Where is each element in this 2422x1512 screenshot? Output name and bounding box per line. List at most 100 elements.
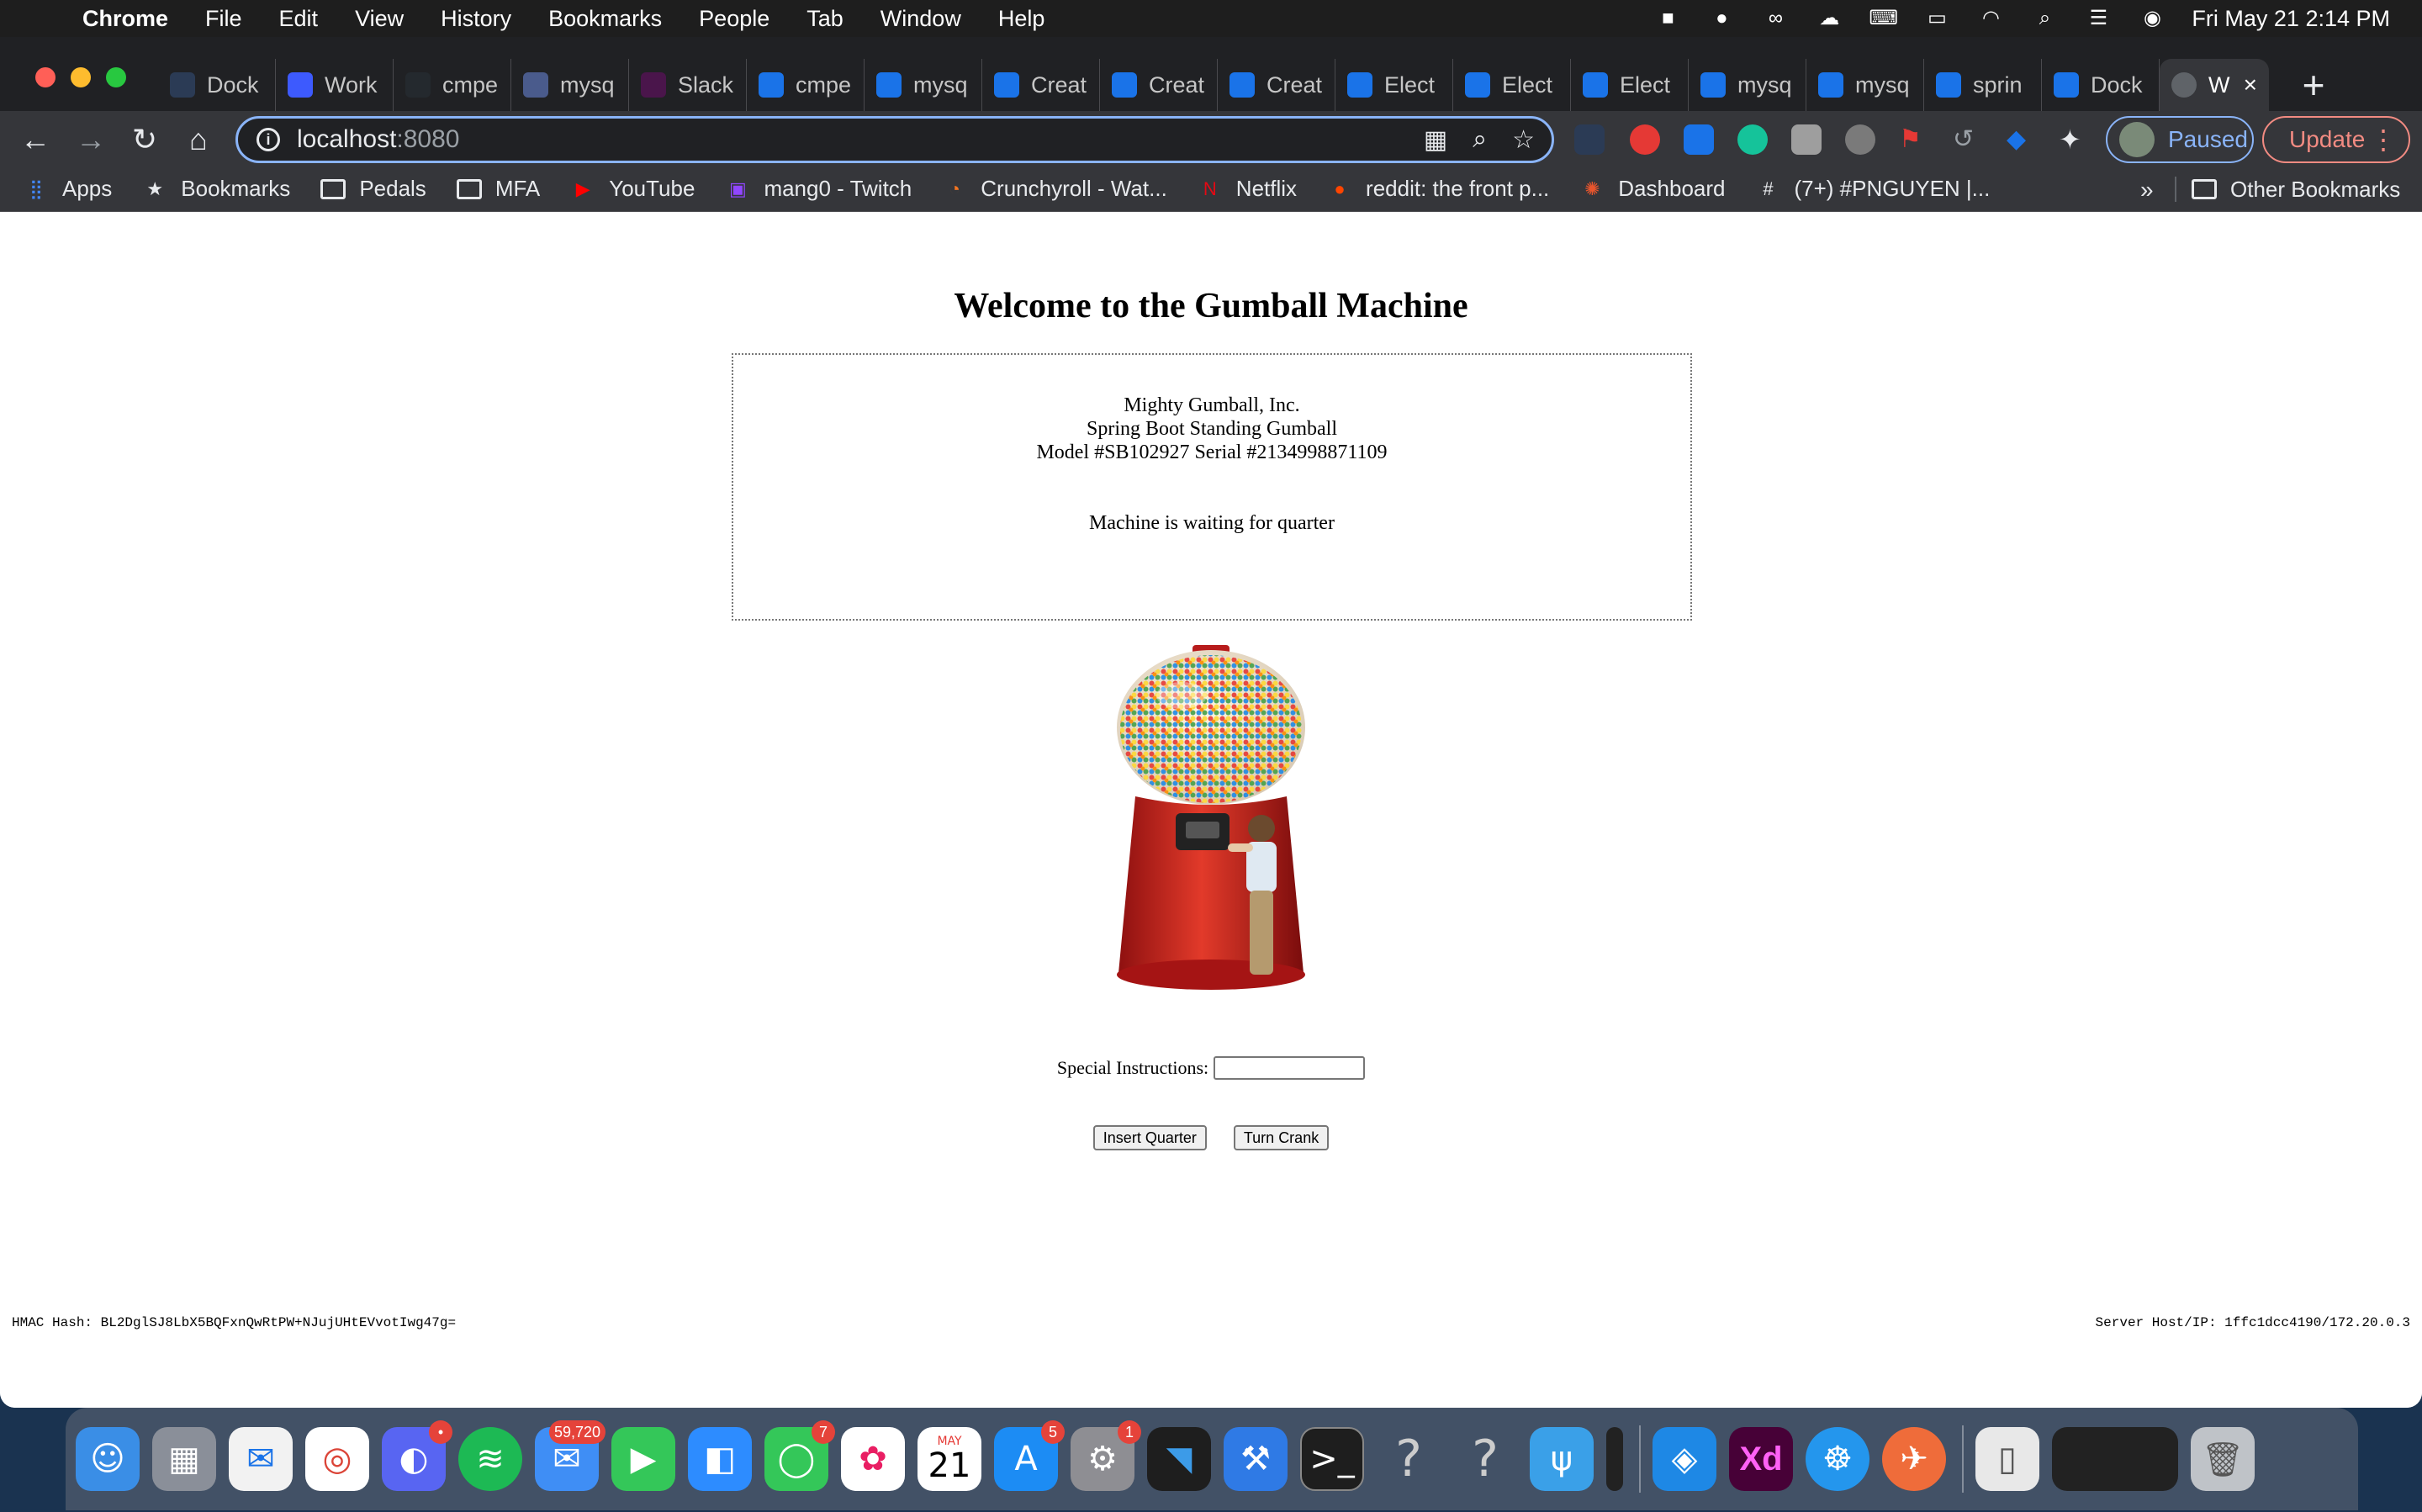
more-menu-icon[interactable]: ⋮ bbox=[2370, 124, 2397, 156]
forward-arrow-icon[interactable]: → bbox=[72, 121, 109, 158]
audio-meter-icon[interactable] bbox=[1606, 1427, 1623, 1491]
menubar-clock[interactable]: Fri May 21 2:14 PM bbox=[2192, 6, 2390, 32]
spotlight-search-icon[interactable]: ⌕ bbox=[2030, 8, 2059, 29]
insert-quarter-button[interactable]: Insert Quarter bbox=[1092, 1125, 1207, 1150]
trash-icon[interactable]: 🗑 bbox=[2191, 1427, 2255, 1491]
bookmark-star-icon[interactable]: ☆ bbox=[1512, 125, 1535, 155]
profile-button[interactable]: Paused bbox=[2106, 116, 2254, 163]
vscode-icon[interactable]: ◥ bbox=[1147, 1427, 1211, 1491]
facetime-icon[interactable]: ▶ bbox=[611, 1427, 675, 1491]
browser-tab[interactable]: sprin bbox=[1924, 59, 2042, 111]
mail-client-icon[interactable]: ✉ bbox=[229, 1427, 293, 1491]
browser-tab[interactable]: mysq bbox=[865, 59, 982, 111]
browser-tab[interactable]: Elect bbox=[1571, 59, 1689, 111]
new-tab-button[interactable]: + bbox=[2292, 66, 2335, 108]
bookmark-item[interactable]: ▣ mang0 - Twitch bbox=[725, 176, 912, 202]
record-status-icon[interactable]: ● bbox=[1707, 8, 1736, 29]
browser-tab[interactable]: Creat bbox=[982, 59, 1100, 111]
adblock-extension-icon[interactable] bbox=[1630, 124, 1660, 155]
home-icon[interactable]: ⌂ bbox=[180, 121, 217, 158]
browser-tab[interactable]: Dock bbox=[158, 59, 276, 111]
finder-icon[interactable]: ☺ bbox=[76, 1427, 140, 1491]
siri-icon[interactable]: ◉ bbox=[2138, 8, 2166, 29]
bookmark-item[interactable]: ● reddit: the front p... bbox=[1327, 176, 1549, 202]
browser-tab[interactable]: Dock bbox=[2042, 59, 2160, 111]
active-browser-tab[interactable]: W × bbox=[2160, 59, 2269, 111]
bookmark-item[interactable]: ★ Bookmarks bbox=[142, 176, 290, 202]
unknown-app-icon[interactable]: ? bbox=[1453, 1427, 1517, 1491]
menu-tab[interactable]: Tab bbox=[806, 6, 843, 32]
close-tab-icon[interactable]: × bbox=[2244, 71, 2257, 98]
battery-icon[interactable]: ▭ bbox=[1922, 8, 1951, 29]
menu-help[interactable]: Help bbox=[998, 6, 1045, 32]
menu-bookmarks[interactable]: Bookmarks bbox=[548, 6, 662, 32]
bookmark-item[interactable]: ◔ Crunchyroll - Wat... bbox=[942, 176, 1167, 202]
bookmark-item[interactable]: MFA bbox=[456, 176, 540, 202]
creative-cloud-icon[interactable]: ∞ bbox=[1761, 8, 1790, 29]
photos-icon[interactable]: ✿ bbox=[841, 1427, 905, 1491]
zoom-window-button[interactable] bbox=[106, 67, 126, 87]
zoom-icon[interactable]: ⌕ bbox=[1473, 125, 1487, 155]
menu-history[interactable]: History bbox=[441, 6, 511, 32]
qr-code-icon[interactable]: ▦ bbox=[1424, 125, 1447, 155]
site-info-icon[interactable]: i bbox=[256, 128, 280, 151]
extension-icon[interactable] bbox=[1684, 124, 1714, 155]
messages-icon[interactable]: ◯ 7 bbox=[764, 1420, 835, 1491]
safari-icon[interactable]: ◈ bbox=[1653, 1427, 1716, 1491]
turn-crank-button[interactable]: Turn Crank bbox=[1233, 1125, 1330, 1150]
flag-extension-icon[interactable]: ⚑ bbox=[1899, 124, 1929, 155]
extensions-puzzle-icon[interactable]: ✦ bbox=[2059, 124, 2089, 155]
extension-icon[interactable] bbox=[1791, 124, 1822, 155]
browser-tab[interactable]: mysq bbox=[511, 59, 629, 111]
menu-people[interactable]: People bbox=[699, 6, 769, 32]
menu-app-name[interactable]: Chrome bbox=[82, 6, 168, 32]
menu-window[interactable]: Window bbox=[880, 6, 961, 32]
update-button[interactable]: Update ⋮ bbox=[2262, 116, 2410, 163]
zip-file-icon[interactable]: ▯ bbox=[1975, 1427, 2039, 1491]
zoom-status-icon[interactable]: ■ bbox=[1653, 8, 1682, 29]
browser-tab[interactable]: mysq bbox=[1689, 59, 1806, 111]
bookmark-item[interactable]: N Netflix bbox=[1198, 176, 1297, 202]
docker-icon[interactable]: ☸ bbox=[1806, 1427, 1869, 1491]
special-instructions-input[interactable] bbox=[1214, 1056, 1366, 1080]
zoom-icon[interactable]: ◧ bbox=[688, 1427, 752, 1491]
discord-icon[interactable]: ◐ • bbox=[382, 1420, 452, 1491]
recent-windows-icon[interactable] bbox=[2052, 1427, 2178, 1491]
browser-tab[interactable]: Creat bbox=[1218, 59, 1335, 111]
extension-icon[interactable] bbox=[1845, 124, 1875, 155]
bookmark-item[interactable]: Pedals bbox=[320, 176, 426, 202]
control-center-icon[interactable]: ☰ bbox=[2084, 8, 2113, 29]
other-bookmarks-folder[interactable]: Other Bookmarks bbox=[2192, 167, 2422, 212]
browser-tab[interactable]: mysq bbox=[1806, 59, 1924, 111]
keyboard-input-icon[interactable]: ⌨ bbox=[1869, 8, 1898, 29]
extension-icon[interactable] bbox=[1574, 124, 1605, 155]
bookmark-item[interactable]: ⣿ Apps bbox=[24, 176, 112, 202]
browser-tab[interactable]: cmpe bbox=[747, 59, 865, 111]
menu-edit[interactable]: Edit bbox=[279, 6, 319, 32]
bookmarks-overflow-chevron-icon[interactable]: » bbox=[2140, 177, 2154, 204]
postman-icon[interactable]: ✈ bbox=[1882, 1427, 1946, 1491]
minimize-window-button[interactable] bbox=[71, 67, 91, 87]
unknown-app-icon[interactable]: ? bbox=[1377, 1427, 1441, 1491]
launchpad-icon[interactable]: ▦ bbox=[152, 1427, 216, 1491]
system-preferences-icon[interactable]: ⚙ 1 bbox=[1071, 1420, 1141, 1491]
close-window-button[interactable] bbox=[35, 67, 56, 87]
browser-tab[interactable]: Work bbox=[276, 59, 394, 111]
menu-file[interactable]: File bbox=[205, 6, 242, 32]
drop-extension-icon[interactable]: ◆ bbox=[2007, 124, 2037, 155]
reload-icon[interactable]: ↻ bbox=[126, 121, 163, 158]
browser-tab[interactable]: Creat bbox=[1100, 59, 1218, 111]
terminal-icon[interactable]: >_ bbox=[1300, 1427, 1364, 1491]
address-bar[interactable]: i localhost:8080 ▦ ⌕ ☆ bbox=[235, 116, 1554, 163]
browser-tab[interactable]: Slack bbox=[629, 59, 747, 111]
xcode-icon[interactable]: ⚒ bbox=[1224, 1427, 1288, 1491]
adobe-xd-icon[interactable]: Xd bbox=[1729, 1427, 1793, 1491]
spotify-icon[interactable]: ≋ bbox=[458, 1427, 522, 1491]
browser-tab[interactable]: Elect bbox=[1335, 59, 1453, 111]
app-store-icon[interactable]: A5 bbox=[994, 1420, 1065, 1491]
menu-view[interactable]: View bbox=[355, 6, 404, 32]
wifi-icon[interactable]: ◠ bbox=[1976, 8, 2005, 29]
mail-icon[interactable]: ✉ 59,720 bbox=[535, 1420, 606, 1491]
grammarly-extension-icon[interactable] bbox=[1737, 124, 1768, 155]
bookmark-item[interactable]: # (7+) #PNGUYEN |... bbox=[1755, 176, 1990, 202]
